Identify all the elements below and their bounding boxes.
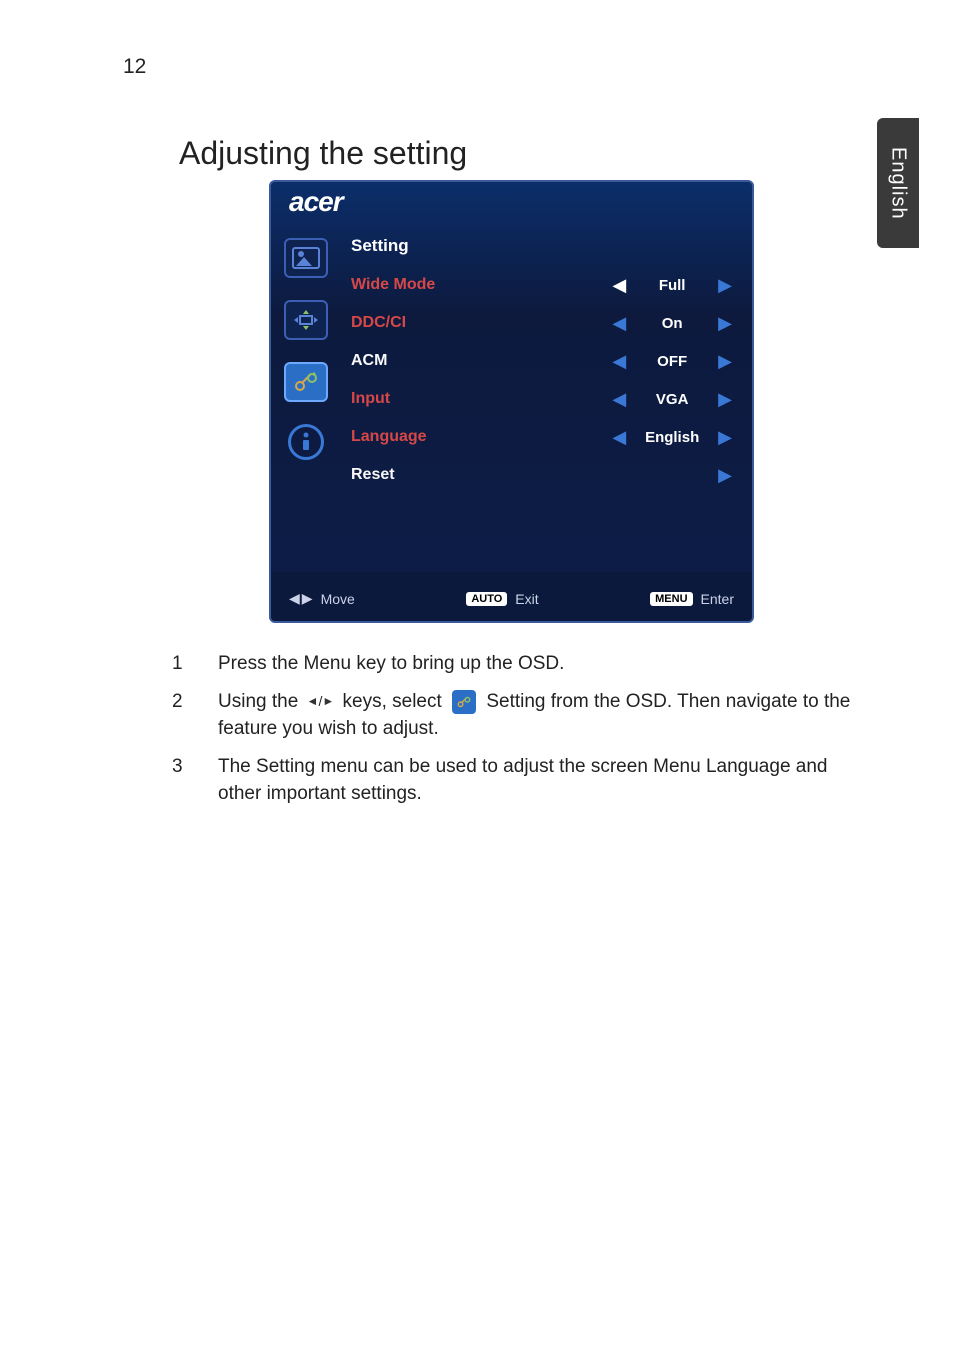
footer-enter-label: Enter xyxy=(701,591,734,607)
left-arrow-icon[interactable]: ◀ xyxy=(612,427,626,448)
menu-value: VGA xyxy=(640,391,704,408)
position-icon[interactable] xyxy=(284,300,328,340)
right-arrow-icon[interactable]: ▶ xyxy=(718,313,732,334)
list-item: 1 Press the Menu key to bring up the OSD… xyxy=(172,650,852,678)
osd-menu: Setting Wide Mode ◀ Full ▶ DDC/CI ◀ On ▶… xyxy=(341,234,752,564)
list-number: 2 xyxy=(172,688,218,743)
auto-badge: AUTO xyxy=(466,592,507,606)
menu-badge: MENU xyxy=(650,592,692,606)
list-text: The Setting menu can be used to adjust t… xyxy=(218,753,852,808)
list-number: 3 xyxy=(172,753,218,808)
osd-footer: ◀▶ Move AUTO Exit MENU Enter xyxy=(271,572,752,621)
right-arrow-icon[interactable]: ▶ xyxy=(718,465,732,486)
menu-value: OFF xyxy=(640,353,704,370)
info-icon[interactable] xyxy=(288,424,324,460)
language-tab-label: English xyxy=(887,147,910,220)
menu-label: Language xyxy=(351,428,572,446)
right-arrow-icon[interactable]: ▶ xyxy=(718,275,732,296)
menu-row-language[interactable]: Language ◀ English ▶ xyxy=(351,418,732,456)
list-item: 3 The Setting menu can be used to adjust… xyxy=(172,753,852,808)
footer-exit-label: Exit xyxy=(515,591,538,607)
page-heading: Adjusting the setting xyxy=(179,135,467,172)
language-tab: English xyxy=(877,118,919,248)
menu-row-input[interactable]: Input ◀ VGA ▶ xyxy=(351,380,732,418)
menu-row-ddc-ci[interactable]: DDC/CI ◀ On ▶ xyxy=(351,304,732,342)
osd-sidebar-icons xyxy=(271,234,341,564)
settings-icon[interactable] xyxy=(284,362,328,402)
list-number: 1 xyxy=(172,650,218,678)
left-arrow-icon[interactable]: ◀ xyxy=(612,351,626,372)
menu-value: Full xyxy=(640,277,704,294)
move-arrows-icon: ◀▶ xyxy=(289,590,313,607)
osd-body: Setting Wide Mode ◀ Full ▶ DDC/CI ◀ On ▶… xyxy=(271,226,752,572)
menu-label: DDC/CI xyxy=(351,314,572,332)
menu-row-acm[interactable]: ACM ◀ OFF ▶ xyxy=(351,342,732,380)
list-item: 2 Using the ◄/► keys, select Setting fro… xyxy=(172,688,852,743)
footer-move-label: Move xyxy=(321,591,355,607)
left-arrow-icon[interactable]: ◀ xyxy=(612,313,626,334)
brand-logo: acer xyxy=(271,182,752,226)
menu-value: On xyxy=(640,315,704,332)
instruction-list: 1 Press the Menu key to bring up the OSD… xyxy=(172,650,852,818)
left-right-keys-icon: ◄/► xyxy=(307,691,335,711)
menu-label: Input xyxy=(351,390,572,408)
settings-inline-icon xyxy=(452,690,476,714)
list-text: Using the ◄/► keys, select Setting from … xyxy=(218,688,852,743)
page-number: 12 xyxy=(123,55,146,79)
list-text: Press the Menu key to bring up the OSD. xyxy=(218,650,852,678)
osd-panel: acer xyxy=(269,180,754,623)
menu-value: English xyxy=(640,429,704,446)
right-arrow-icon[interactable]: ▶ xyxy=(718,351,732,372)
menu-label: ACM xyxy=(351,352,572,370)
left-arrow-icon[interactable]: ◀ xyxy=(612,389,626,410)
menu-row-wide-mode[interactable]: Wide Mode ◀ Full ▶ xyxy=(351,266,732,304)
menu-title: Setting xyxy=(351,236,732,256)
right-arrow-icon[interactable]: ▶ xyxy=(718,389,732,410)
menu-row-reset[interactable]: Reset ▶ xyxy=(351,456,732,494)
menu-label: Wide Mode xyxy=(351,276,572,294)
footer-enter: MENU Enter xyxy=(650,591,734,607)
left-arrow-icon[interactable]: ◀ xyxy=(612,275,626,296)
right-arrow-icon[interactable]: ▶ xyxy=(718,427,732,448)
menu-label: Reset xyxy=(351,466,572,484)
picture-icon[interactable] xyxy=(284,238,328,278)
footer-exit: AUTO Exit xyxy=(466,591,538,607)
footer-move: ◀▶ Move xyxy=(289,590,355,607)
